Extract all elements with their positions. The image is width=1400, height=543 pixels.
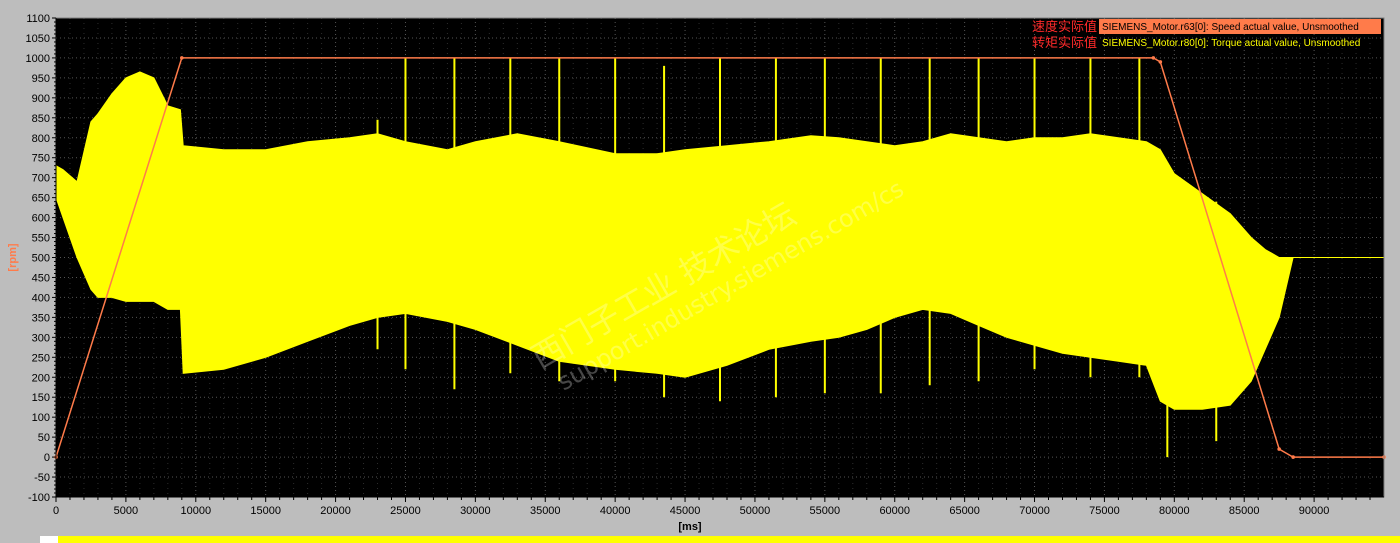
trace-chart: -100 -50 0 50 100 150 200 250 300 350 400 450 500 550… (7, 13, 1400, 543)
speed-point (180, 56, 184, 60)
legend-label-en: SIEMENS_Motor.r63[0]: Speed actual value… (1102, 22, 1359, 33)
speed-point (1158, 60, 1163, 64)
scrollbar-track[interactable] (40, 536, 1400, 543)
x-tick-label: 30000 (460, 505, 491, 517)
y-tick-label: 350 (32, 312, 50, 324)
x-tick-label: 0 (53, 505, 59, 517)
x-tick-label: 60000 (879, 505, 910, 517)
y-tick-label: -100 (28, 492, 50, 504)
legend-label-zh: 转矩实际值 (1032, 35, 1097, 51)
speed-point (1277, 447, 1281, 451)
y-tick-label: -50 (34, 472, 50, 484)
y-tick-label: 850 (32, 113, 50, 125)
x-tick-label: 90000 (1299, 505, 1330, 517)
y-tick-label: 1100 (26, 13, 50, 25)
y-tick-label: 650 (32, 193, 50, 205)
speed-point (1291, 455, 1295, 459)
x-tick-label: 70000 (1019, 505, 1050, 517)
y-tick-label: 500 (32, 253, 50, 265)
y-tick-label: 50 (38, 432, 50, 444)
legend-label-zh: 速度实际值 (1032, 19, 1097, 35)
x-tick-label: 5000 (114, 505, 138, 517)
x-tick-label: 50000 (740, 505, 771, 517)
y-tick-label: 900 (32, 93, 50, 105)
legend-label-en: SIEMENS_Motor.r80[0]: Torque actual valu… (1102, 38, 1360, 49)
y-tick-label: 250 (32, 352, 50, 364)
x-tick-label: 10000 (180, 505, 211, 517)
speed-point (1151, 56, 1156, 60)
x-tick-label: 55000 (810, 505, 841, 517)
x-tick-label: 15000 (250, 505, 281, 517)
y-tick-label: 400 (32, 292, 50, 304)
x-axis-title: [ms] (678, 521, 702, 533)
y-tick-label: 0 (44, 452, 50, 464)
x-tick-label: 40000 (600, 505, 631, 517)
chart-window: -100 -50 0 50 100 150 200 250 300 350 400 450 500 550… (0, 0, 1400, 543)
y-axis-title: [rpm] (7, 243, 19, 271)
y-tick-label: 1000 (26, 53, 50, 65)
y-tick-label: 200 (32, 372, 50, 384)
y-tick-label: 700 (32, 173, 50, 185)
x-tick-label: 20000 (320, 505, 351, 517)
y-tick-label: 450 (32, 272, 50, 284)
x-tick-label: 75000 (1089, 505, 1120, 517)
x-tick-label: 45000 (670, 505, 701, 517)
y-tick-label: 150 (32, 392, 50, 404)
y-tick-label: 950 (32, 73, 50, 85)
y-tick-label: 550 (32, 233, 50, 245)
y-tick-label: 600 (32, 213, 50, 225)
x-tick-label: 65000 (949, 505, 980, 517)
scrollbar-left-edge[interactable] (40, 536, 58, 543)
y-tick-label: 100 (32, 412, 50, 424)
y-tick-label: 1050 (26, 33, 50, 45)
y-tick-label: 800 (32, 133, 50, 145)
y-tick-label: 750 (32, 153, 50, 165)
x-tick-label: 80000 (1159, 505, 1190, 517)
x-tick-label: 35000 (530, 505, 561, 517)
x-tick-label: 85000 (1229, 505, 1260, 517)
y-tick-label: 300 (32, 332, 50, 344)
x-tick-label: 25000 (390, 505, 421, 517)
